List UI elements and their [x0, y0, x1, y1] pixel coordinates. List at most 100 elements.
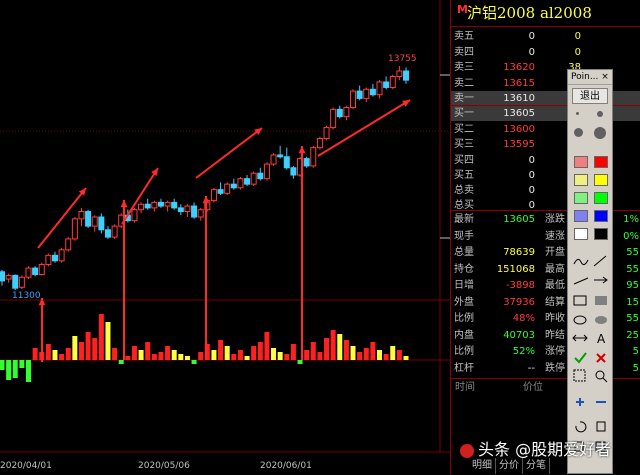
dot-medium-icon[interactable]	[597, 111, 603, 117]
color-swatch-yellow[interactable]	[594, 174, 608, 186]
volume-bar	[158, 352, 164, 360]
candle-body	[197, 209, 204, 218]
stat-value: 40703	[503, 329, 535, 341]
total-value: 0	[528, 185, 535, 196]
curve-tool-icon	[573, 258, 589, 266]
stat-value: 78639	[503, 247, 535, 258]
candle-body	[32, 267, 39, 275]
stat-label-2: 开盘	[545, 247, 565, 258]
candle-body	[396, 70, 403, 77]
stat-label: 比例	[454, 346, 474, 357]
tick-list-header: 时间 价位	[451, 380, 571, 396]
volume-bar	[85, 332, 91, 360]
stat-label: 杠杆	[454, 362, 474, 374]
annotation-arrow	[121, 167, 159, 225]
volume-bar	[198, 352, 204, 360]
color-swatch-blue[interactable]	[594, 210, 608, 222]
arrow-head	[298, 146, 306, 154]
kline-chart[interactable]: 13755 11300 2020/04/01 2020/05/06 2020/0…	[0, 0, 450, 474]
color-swatch-red[interactable]	[594, 156, 608, 168]
m-badge: M	[457, 3, 468, 16]
candle-body	[330, 108, 337, 129]
volume-bar	[370, 342, 376, 360]
candle-body	[157, 201, 164, 207]
color-swatch-green[interactable]	[594, 192, 608, 204]
candle-body	[0, 271, 5, 282]
volume-bar	[151, 354, 157, 360]
stat-value-2: 5	[632, 362, 639, 374]
stat-label: 日增	[454, 280, 474, 291]
instrument-title: 沪铝2008 al2008	[467, 4, 592, 22]
volume-bar	[32, 348, 38, 360]
volume-bar	[264, 332, 270, 360]
volume-bar	[145, 342, 151, 360]
toolbox-title: Poin...	[571, 72, 599, 82]
volume-bar	[330, 330, 336, 360]
order-price: 0	[528, 31, 535, 42]
volume-bar	[343, 340, 349, 360]
volume-bar	[165, 346, 171, 360]
exit-button[interactable]: 退出	[572, 88, 608, 104]
candle-body	[369, 88, 376, 96]
close-icon[interactable]: ×	[600, 70, 610, 82]
candle-body	[336, 108, 343, 118]
color-swatch-light-blue[interactable]	[574, 210, 588, 222]
candle-body	[65, 238, 72, 251]
annotation-arrow	[195, 127, 263, 179]
candle-body	[91, 216, 98, 227]
stat-label: 总量	[454, 247, 474, 258]
volume-bar	[284, 354, 290, 360]
dot-large-icon[interactable]	[574, 128, 583, 137]
volume-bar	[6, 360, 12, 380]
candle-body	[111, 225, 118, 238]
toolbox-titlebar[interactable]: Poin... ×	[568, 70, 612, 85]
candle-body	[290, 167, 297, 176]
color-swatch-light-yellow[interactable]	[574, 174, 588, 186]
volume-bar	[78, 342, 84, 360]
stat-value: 52%	[512, 346, 535, 357]
candle-body	[356, 90, 363, 99]
toutiao-logo-icon	[460, 443, 474, 458]
dot-xlarge-icon[interactable]	[594, 127, 606, 139]
candle-body	[250, 172, 257, 185]
volume-bar	[118, 360, 124, 364]
order-book-row: 卖四 0 0	[451, 45, 640, 60]
undo-icon	[575, 421, 587, 433]
candle-body	[45, 254, 52, 265]
trash-icon	[596, 421, 606, 432]
volume-bar	[363, 348, 369, 360]
stat-value-2: 95	[626, 280, 639, 291]
tick-time-header: 时间	[455, 382, 475, 393]
volume-bar	[45, 344, 51, 360]
candle-body	[323, 127, 330, 140]
color-swatch-light-red[interactable]	[574, 156, 588, 168]
dot-small-icon[interactable]	[576, 112, 579, 115]
color-swatch-white[interactable]	[574, 228, 588, 240]
candle-body	[138, 203, 145, 211]
volume-bar	[92, 338, 98, 360]
drawing-toolbox[interactable]: Poin... × 退出 A	[567, 69, 613, 474]
order-price: 13595	[503, 139, 535, 150]
volume-bar	[52, 350, 58, 360]
color-swatch-light-green[interactable]	[574, 192, 588, 204]
stat-value: -3898	[505, 280, 535, 291]
volume-bar	[138, 350, 144, 360]
candle-body	[263, 163, 270, 180]
candle-body	[164, 201, 171, 207]
order-price: 13610	[503, 93, 535, 104]
candle-body	[151, 201, 158, 209]
volume-bar	[251, 346, 257, 360]
volume-bar	[324, 338, 330, 360]
volume-bar	[337, 334, 343, 360]
candle-body	[38, 263, 45, 275]
stat-label-2: 涨跌	[545, 214, 565, 225]
color-swatch-black[interactable]	[594, 228, 608, 240]
stat-label-2: 速涨	[545, 230, 565, 242]
volume-bar	[383, 354, 389, 360]
candle-body	[350, 90, 357, 109]
volume-bar	[224, 346, 230, 360]
stat-label: 现手	[454, 230, 474, 242]
stat-value-2: 1%	[623, 214, 639, 225]
order-price: 13615	[503, 77, 535, 89]
candle-body	[71, 218, 78, 240]
